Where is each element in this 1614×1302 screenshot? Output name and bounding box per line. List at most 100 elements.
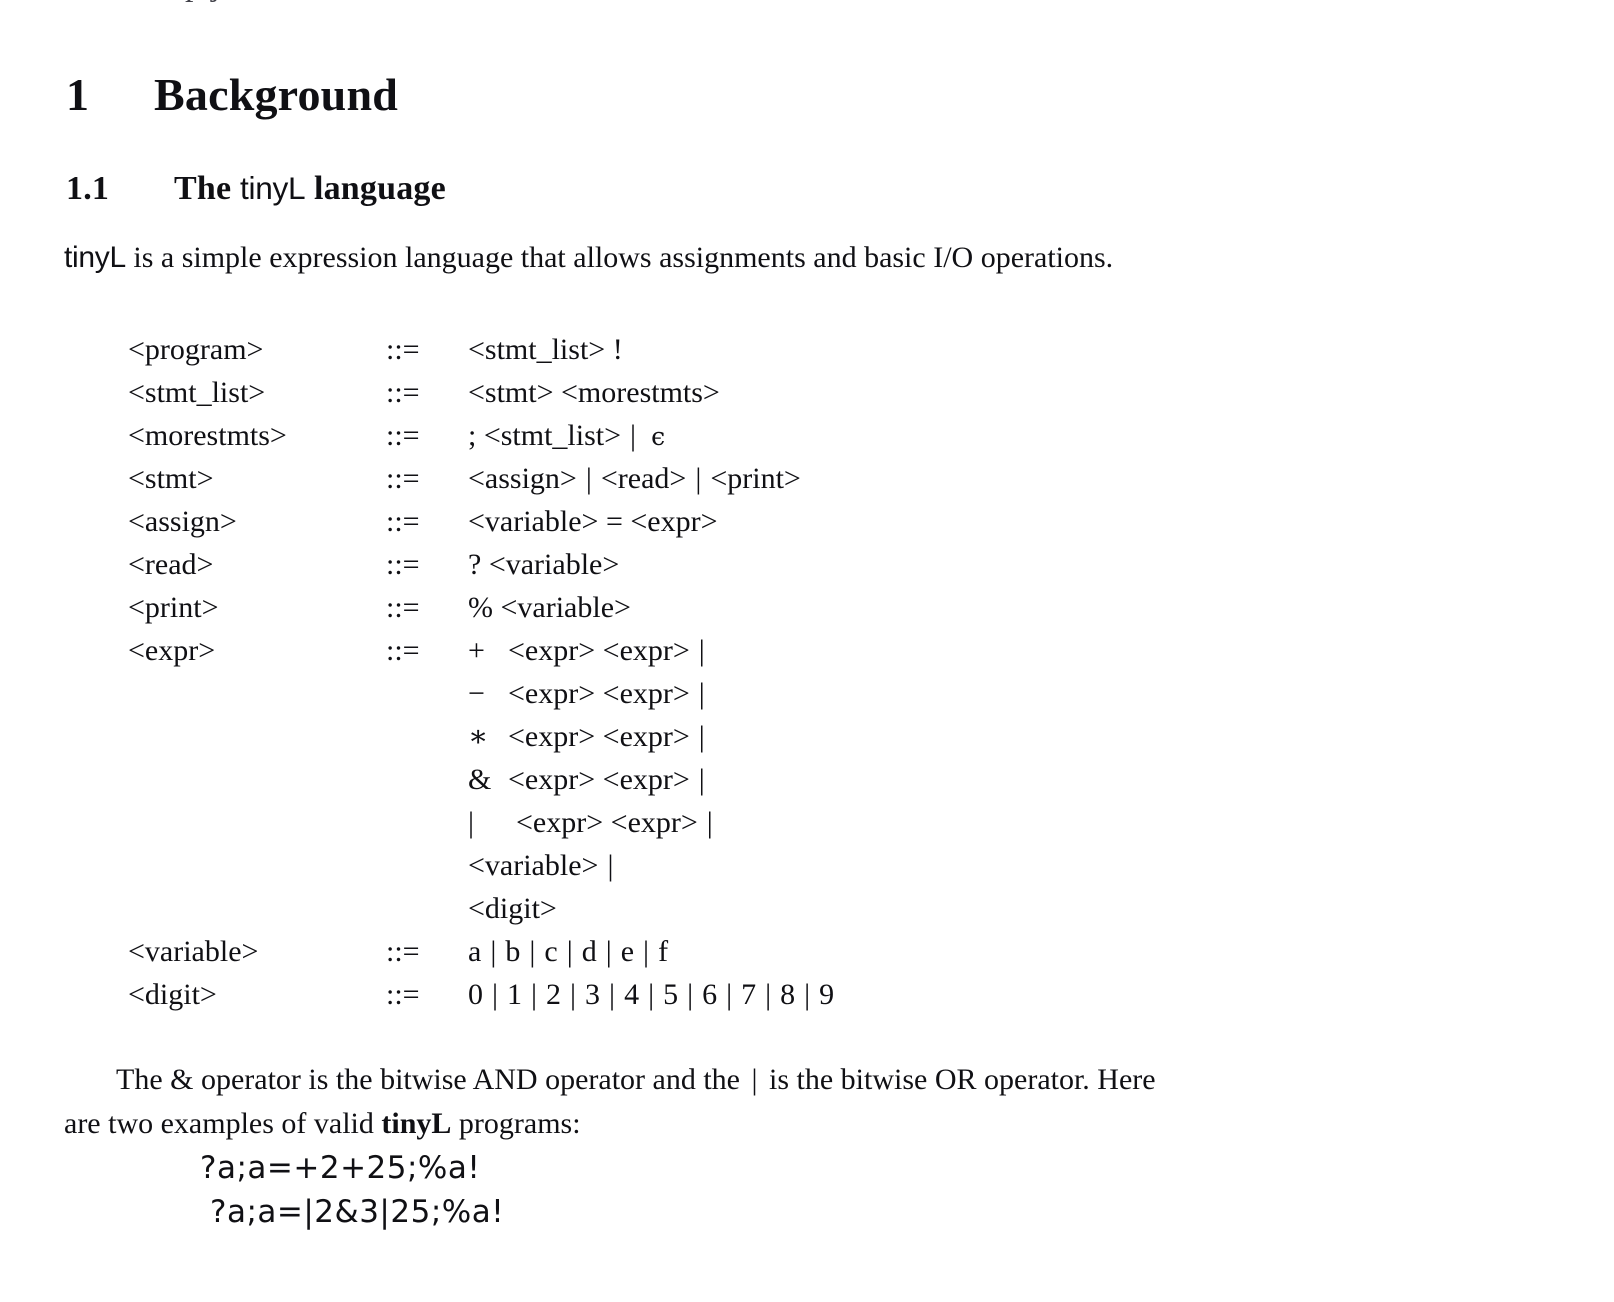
grammar-rule-expr-cont: ∗ <expr> <expr> | <box>128 715 834 758</box>
grammar-alt-bar: | <box>695 462 702 495</box>
expr-operands: <expr> <expr> <box>508 677 690 710</box>
bitwise-or-symbol: | <box>751 1063 758 1096</box>
grammar-rhs: <variable> | <box>468 844 622 887</box>
grammar-operator: ::= <box>386 333 420 366</box>
subsection-title-lang: tinyL <box>239 170 306 206</box>
expr-operands: <variable> <box>468 849 599 882</box>
terminal-value: f <box>658 935 669 968</box>
grammar-rule-expr: <expr> ::= + <expr> <expr> | <box>128 629 834 672</box>
grammar-alt-bar: | <box>726 978 733 1011</box>
grammar-rhs: <assign> | <read> | <print> <box>468 457 801 500</box>
grammar-lhs: <print> <box>128 591 219 624</box>
intro-paragraph: tinyL is a simple expression language th… <box>64 240 1544 277</box>
grammar-lhs: <stmt_list> <box>128 376 266 409</box>
grammar-rhs: <stmt> <morestmts> <box>468 376 720 409</box>
closing-paragraph: The & operator is the bitwise AND operat… <box>64 1058 1554 1146</box>
grammar-rhs: <digit> <box>468 887 557 930</box>
expr-operator: + <box>468 634 485 667</box>
grammar-rhs: % <variable> <box>468 591 631 624</box>
top-cutoff-text: p j <box>0 0 1614 4</box>
grammar-lhs: <program> <box>128 333 264 366</box>
grammar-lhs: <digit> <box>128 978 217 1011</box>
grammar-operator: ::= <box>386 548 420 581</box>
grammar-alt-bar: | <box>531 978 538 1011</box>
grammar-operator: ::= <box>386 505 420 538</box>
subsection-number: 1.1 <box>66 170 110 207</box>
closing-text-b: is the bitwise OR operator. Here <box>761 1063 1156 1096</box>
grammar-rule-variable: <variable> ::= a | b | c | d | e | f <box>128 930 834 973</box>
grammar-rule-morestmts: <morestmts> ::= ; <stmt_list> | ϵ <box>128 414 834 457</box>
terminal-value: 3 <box>585 978 601 1011</box>
grammar-rhs: ? <variable> <box>468 548 620 581</box>
grammar-rhs: | <expr> <expr> | <box>468 801 722 844</box>
closing-lang-name: tinyL <box>381 1107 452 1140</box>
closing-text-c: are two examples of valid <box>64 1107 382 1140</box>
grammar-rhs: <stmt_list> ! <box>468 333 623 366</box>
grammar-alt-bar: | <box>698 677 705 710</box>
grammar-rhs: ∗ <expr> <expr> | <box>468 715 714 758</box>
terminal-value: 0 <box>468 978 483 1011</box>
grammar-alt-bar: | <box>607 849 614 882</box>
grammar-alt-bar: | <box>698 634 705 667</box>
grammar-alt-bar: | <box>490 935 497 968</box>
grammar-alt-bar: | <box>529 935 536 968</box>
terminal-value: 9 <box>819 978 835 1011</box>
grammar-operator: ::= <box>386 419 420 452</box>
grammar-rule-stmt: <stmt> ::= <assign> | <read> | <print> <box>128 457 834 500</box>
terminal-value: d <box>581 935 597 968</box>
terminal-value: 7 <box>741 978 757 1011</box>
epsilon-symbol: ϵ <box>651 422 666 451</box>
grammar-lhs: <variable> <box>128 935 259 968</box>
grammar-rule-program: <program> ::= <stmt_list> ! <box>128 328 834 371</box>
grammar-rhs: + <expr> <expr> | <box>468 629 714 672</box>
grammar-operator: ::= <box>386 634 420 667</box>
code-example-1: ?a;a=+2+25;%a! <box>200 1150 481 1186</box>
grammar-rule-expr-cont: & <expr> <expr> | <box>128 758 834 801</box>
grammar-alt-bar: | <box>648 978 655 1011</box>
terminal-value: 1 <box>507 978 523 1011</box>
grammar-alt-bar: | <box>687 978 694 1011</box>
expr-operands: <expr> <expr> <box>508 763 690 796</box>
grammar-lhs: <assign> <box>128 505 237 538</box>
terminal-value: 5 <box>663 978 679 1011</box>
grammar-rule-expr-cont: | <expr> <expr> | <box>128 801 834 844</box>
grammar-operator: ::= <box>386 376 420 409</box>
grammar-operator: ::= <box>386 591 420 624</box>
grammar-alt-bar: | <box>570 978 577 1011</box>
terminal-value: b <box>505 935 521 968</box>
expr-operator: & <box>468 763 492 796</box>
expr-operator: | <box>468 806 475 839</box>
grammar-operator: ::= <box>386 462 420 495</box>
expr-operands: <expr> <expr> <box>508 634 690 667</box>
grammar-rhs: − <expr> <expr> | <box>468 672 714 715</box>
closing-line-1: The & operator is the bitwise AND operat… <box>64 1058 1554 1102</box>
grammar-alt-bar: | <box>804 978 811 1011</box>
grammar-alt-bar: | <box>630 419 637 452</box>
grammar-alt-bar: | <box>585 462 592 495</box>
grammar-alt: <read> <box>600 462 687 495</box>
grammar-alt-bar: | <box>643 935 650 968</box>
grammar-rhs: ; <stmt_list> | ϵ <box>468 414 665 458</box>
grammar-rule-read: <read> ::= ? <variable> <box>128 543 834 586</box>
grammar-alt-bar: | <box>706 806 713 839</box>
document-page: p j 1 Background 1.1 The tinyL language ti… <box>0 0 1614 1302</box>
grammar-operator: ::= <box>386 935 420 968</box>
bnf-grammar-block: <program> ::= <stmt_list> ! <stmt_list> … <box>128 328 834 1016</box>
grammar-alt-bar: | <box>605 935 612 968</box>
expr-operands: <expr> <expr> <box>508 720 690 753</box>
grammar-alt-bar: | <box>765 978 772 1011</box>
section-title: Background <box>154 69 399 120</box>
grammar-rule-digit: <digit> ::= 0 | 1 | 2 | 3 | 4 | 5 | 6 | 7 | 8 | 9 <box>128 973 834 1016</box>
grammar-rhs: 0 | 1 | 2 | 3 | 4 | 5 | 6 | 7 | 8 | 9 <box>468 973 834 1016</box>
grammar-lhs: <stmt> <box>128 462 214 495</box>
grammar-rule-expr-cont: − <expr> <expr> | <box>128 672 834 715</box>
terminal-value: c <box>544 935 558 968</box>
grammar-rhs: <variable> = <expr> <box>468 505 718 538</box>
grammar-rule-expr-cont: <variable> | <box>128 844 834 887</box>
code-example-2: ?a;a=|2&3|25;%a! <box>210 1194 505 1230</box>
expr-operands: <digit> <box>468 892 557 925</box>
intro-text: is a simple expression language that all… <box>125 241 1114 274</box>
terminal-value: a <box>468 935 482 968</box>
section-heading: 1 Background <box>66 68 398 121</box>
grammar-lhs: <morestmts> <box>128 419 287 452</box>
